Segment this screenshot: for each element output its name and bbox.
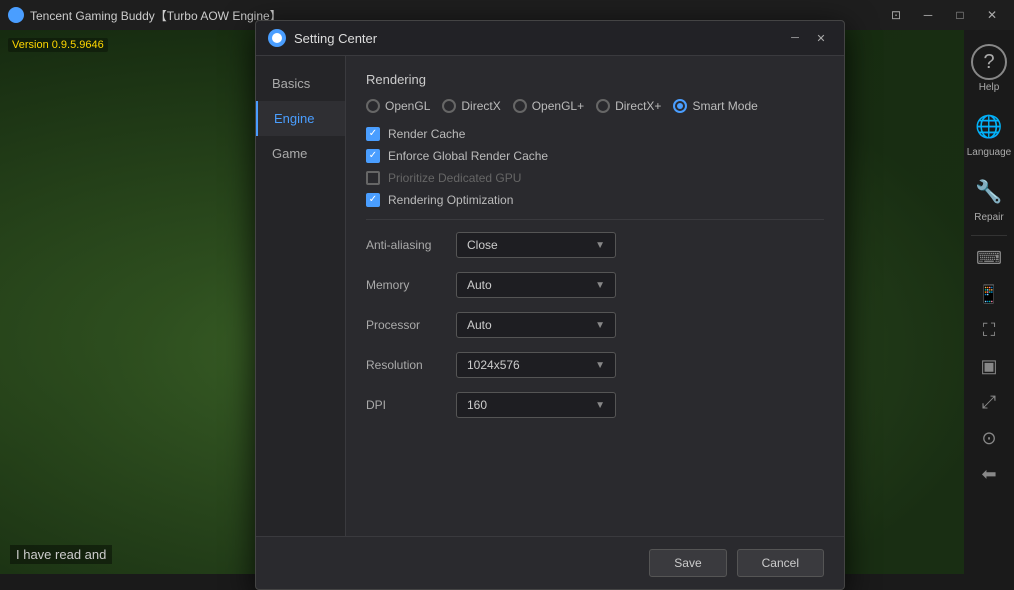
nav-basics[interactable]: Basics — [256, 66, 345, 101]
bottom-text: I have read and — [10, 545, 112, 564]
render-cache-checkbox: ✓ — [366, 127, 380, 141]
title-bar-controls: ⊡ ─ □ ✕ — [882, 4, 1006, 26]
processor-value: Auto — [467, 318, 492, 332]
dialog-minimize-button[interactable]: ─ — [784, 29, 806, 47]
dialog-close-button[interactable]: ✕ — [810, 29, 832, 47]
resolution-value: 1024x576 — [467, 358, 520, 372]
dpi-arrow: ▼ — [595, 400, 605, 411]
openglplus-radio-circle — [513, 99, 527, 113]
nav-sidebar: Basics Engine Game — [256, 56, 346, 536]
setting-processor: Processor Auto ▼ — [366, 312, 824, 338]
repair-icon: 🔧 — [971, 174, 1007, 210]
radio-directx[interactable]: DirectX — [442, 99, 500, 113]
resolution-select[interactable]: 1024x576 ▼ — [456, 352, 616, 378]
nav-game[interactable]: Game — [256, 136, 345, 171]
dpi-select[interactable]: 160 ▼ — [456, 392, 616, 418]
enforce-global-label: Enforce Global Render Cache — [388, 149, 548, 163]
dialog-title-content: Setting Center — [268, 29, 377, 47]
dialog-logo — [268, 29, 286, 47]
prioritize-gpu-label: Prioritize Dedicated GPU — [388, 171, 521, 185]
version-label: Version 0.9.5.9646 — [8, 38, 108, 52]
antialiasing-select[interactable]: Close ▼ — [456, 232, 616, 258]
language-label: Language — [967, 147, 1012, 158]
processor-arrow: ▼ — [595, 320, 605, 331]
opengl-radio-circle — [366, 99, 380, 113]
antialiasing-arrow: ▼ — [595, 240, 605, 251]
phone-icon-btn[interactable]: 📱 — [975, 280, 1003, 308]
maximize-button[interactable]: □ — [946, 4, 974, 26]
save-button[interactable]: Save — [649, 549, 726, 577]
directx-label: DirectX — [461, 99, 500, 113]
help-button[interactable]: ? Help — [967, 40, 1011, 97]
checkbox-enforce-global[interactable]: ✓ Enforce Global Render Cache — [366, 149, 824, 163]
record-icon-btn[interactable]: ⊙ — [975, 424, 1003, 452]
cancel-button[interactable]: Cancel — [737, 549, 824, 577]
radio-opengl[interactable]: OpenGL — [366, 99, 430, 113]
content-area: Rendering OpenGL DirectX OpenGL+ Direc — [346, 56, 844, 536]
help-label: Help — [979, 82, 1000, 93]
dialog-footer: Save Cancel — [256, 536, 844, 589]
smartmode-radio-circle — [673, 99, 687, 113]
radio-directxplus[interactable]: DirectX+ — [596, 99, 661, 113]
processor-label: Processor — [366, 318, 456, 332]
app-icon — [8, 7, 24, 23]
antialiasing-label: Anti-aliasing — [366, 238, 456, 252]
directx-radio-circle — [442, 99, 456, 113]
resolution-arrow: ▼ — [595, 360, 605, 371]
sidebar-divider-1 — [971, 235, 1007, 236]
resize-icon-btn[interactable]: ⤢ — [975, 388, 1003, 416]
dialog-title-bar: Setting Center ─ ✕ — [256, 21, 844, 56]
expand-icon-btn[interactable]: ⛶ — [975, 316, 1003, 344]
right-sidebar: ? Help 🌐 Language 🔧 Repair ⌨ 📱 ⛶ ▣ ⤢ ⊙ ⬅ — [964, 30, 1014, 574]
dialog-title: Setting Center — [294, 31, 377, 46]
memory-label: Memory — [366, 278, 456, 292]
processor-select[interactable]: Auto ▼ — [456, 312, 616, 338]
section-title: Rendering — [366, 72, 824, 87]
keyboard-icon-btn[interactable]: ⌨ — [975, 244, 1003, 272]
enforce-global-checkbox: ✓ — [366, 149, 380, 163]
setting-dpi: DPI 160 ▼ — [366, 392, 824, 418]
dpi-label: DPI — [366, 398, 456, 412]
rendering-optimization-label: Rendering Optimization — [388, 193, 513, 207]
render-cache-label: Render Cache — [388, 127, 465, 141]
language-button[interactable]: 🌐 Language — [967, 105, 1011, 162]
repair-button[interactable]: 🔧 Repair — [967, 170, 1011, 227]
radio-openglplus[interactable]: OpenGL+ — [513, 99, 584, 113]
close-button[interactable]: ✕ — [978, 4, 1006, 26]
checkbox-rendering-optimization[interactable]: ✓ Rendering Optimization — [366, 193, 824, 207]
directxplus-label: DirectX+ — [615, 99, 661, 113]
minimize-button[interactable]: ─ — [914, 4, 942, 26]
smartmode-label: Smart Mode — [692, 99, 757, 113]
checkbox-prioritize-gpu[interactable]: Prioritize Dedicated GPU — [366, 171, 824, 185]
language-icon: 🌐 — [971, 109, 1007, 145]
memory-select[interactable]: Auto ▼ — [456, 272, 616, 298]
directxplus-radio-circle — [596, 99, 610, 113]
setting-antialiasing: Anti-aliasing Close ▼ — [366, 232, 824, 258]
radio-smartmode[interactable]: Smart Mode — [673, 99, 757, 113]
help-icon: ? — [971, 44, 1007, 80]
nav-engine[interactable]: Engine — [256, 101, 345, 136]
memory-value: Auto — [467, 278, 492, 292]
antialiasing-value: Close — [467, 238, 498, 252]
setting-memory: Memory Auto ▼ — [366, 272, 824, 298]
section-divider — [366, 219, 824, 220]
crop-icon-btn[interactable]: ▣ — [975, 352, 1003, 380]
render-modes: OpenGL DirectX OpenGL+ DirectX+ Smart Mo… — [366, 99, 824, 113]
dpi-value: 160 — [467, 398, 487, 412]
exit-icon-btn[interactable]: ⬅ — [975, 460, 1003, 488]
setting-resolution: Resolution 1024x576 ▼ — [366, 352, 824, 378]
dialog-controls: ─ ✕ — [784, 29, 832, 47]
dialog-body: Basics Engine Game Rendering OpenGL Dire… — [256, 56, 844, 536]
memory-arrow: ▼ — [595, 280, 605, 291]
rendering-optimization-checkbox: ✓ — [366, 193, 380, 207]
openglplus-label: OpenGL+ — [532, 99, 584, 113]
repair-label: Repair — [974, 212, 1003, 223]
restore-button[interactable]: ⊡ — [882, 4, 910, 26]
prioritize-gpu-checkbox — [366, 171, 380, 185]
setting-dialog: Setting Center ─ ✕ Basics Engine Game Re… — [255, 20, 845, 590]
resolution-label: Resolution — [366, 358, 456, 372]
opengl-label: OpenGL — [385, 99, 430, 113]
checkbox-render-cache[interactable]: ✓ Render Cache — [366, 127, 824, 141]
